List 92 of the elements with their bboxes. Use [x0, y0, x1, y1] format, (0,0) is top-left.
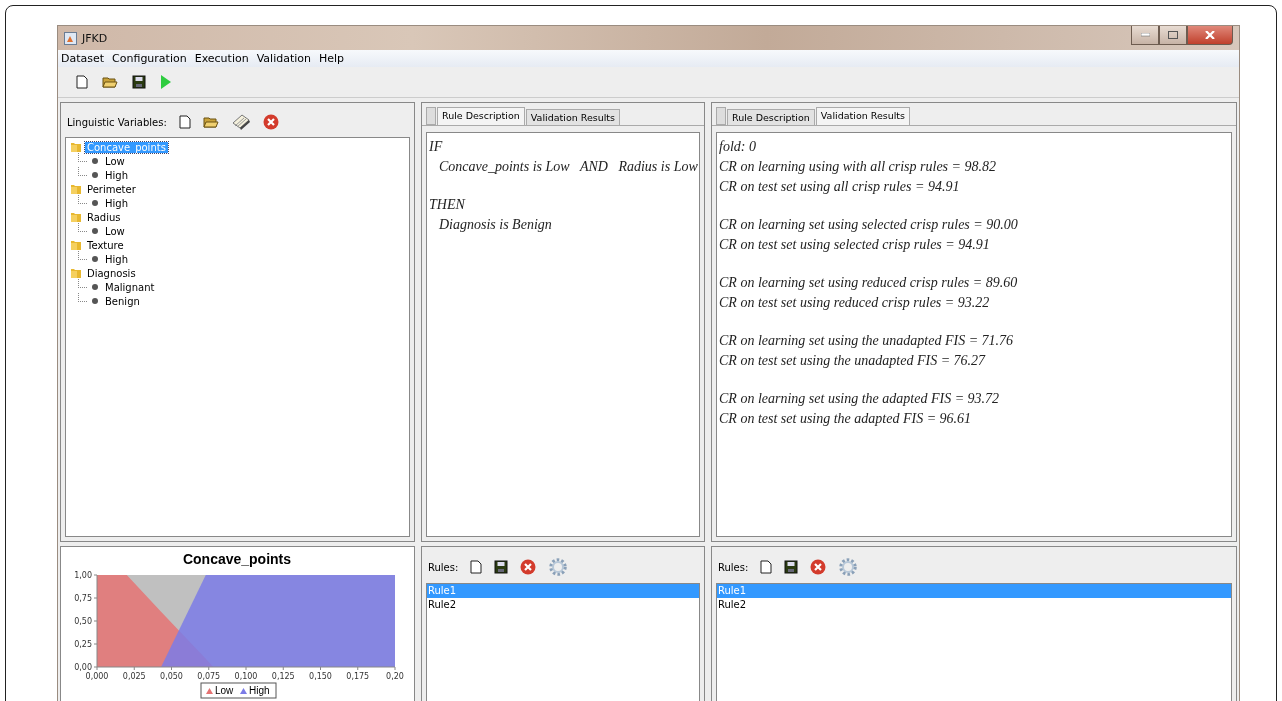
legend-label: Low	[215, 685, 234, 696]
bullet-icon	[92, 172, 98, 178]
delete-icon[interactable]	[262, 114, 279, 130]
tree-item[interactable]: Benign	[103, 295, 142, 307]
legend-marker-icon	[240, 688, 247, 694]
folder-icon	[70, 141, 82, 153]
tree-item[interactable]: High	[103, 197, 130, 209]
y-tick-label: 0,25	[74, 640, 92, 649]
new-file-icon[interactable]	[470, 560, 483, 574]
tree-item[interactable]: High	[103, 253, 130, 265]
legend-label: High	[249, 685, 270, 696]
tree-item[interactable]: Diagnosis	[85, 267, 138, 279]
result-line: CR on test set using reduced crisp rules = 93.22	[719, 294, 991, 312]
tree-item[interactable]: Malignant	[103, 281, 157, 293]
bullet-icon	[92, 158, 98, 164]
tree-item[interactable]: Perimeter	[85, 183, 138, 195]
rules-label: Rules:	[428, 561, 459, 573]
tab[interactable]: Rule Description	[727, 109, 815, 125]
result-line: CR on test set using all crisp rules = 94.91	[719, 178, 961, 196]
open-folder-icon[interactable]	[102, 75, 118, 89]
list-item[interactable]: Rule2	[717, 598, 1231, 612]
variables-label: Linguistic Variables:	[67, 116, 167, 128]
x-tick-label: 0,150	[309, 672, 332, 681]
folder-icon	[70, 183, 82, 195]
tab[interactable]: Rule Description	[437, 107, 525, 125]
menu-item[interactable]: Help	[318, 52, 346, 65]
maximize-icon	[1168, 31, 1178, 39]
app-icon	[64, 31, 77, 45]
chart-title: Concave_points	[182, 551, 292, 567]
rule-conclusion: Diagnosis is Benign	[438, 216, 553, 234]
close-button[interactable]	[1187, 26, 1233, 45]
rule-condition: Concave_points is Low AND Radius is Low	[438, 158, 697, 176]
rule-keyword: THEN	[429, 196, 467, 214]
save-icon[interactable]	[132, 75, 146, 89]
y-tick-label: 0,50	[74, 617, 92, 626]
menu-item[interactable]: Configuration	[111, 52, 188, 65]
new-file-icon[interactable]	[178, 115, 191, 129]
bullet-icon	[92, 284, 98, 290]
save-icon[interactable]	[494, 560, 509, 574]
result-line: CR on learning set using selected crisp rules = 90.00	[719, 216, 1019, 234]
close-icon	[1205, 31, 1215, 39]
result-line: CR on learning set using the unadapted FIS = 71.76	[719, 332, 1015, 350]
x-tick-label: 0,075	[197, 672, 221, 681]
menu-item[interactable]: Validation	[255, 52, 312, 65]
tree-item[interactable]: Low	[103, 155, 127, 167]
bullet-icon	[92, 298, 98, 304]
result-line: CR on learning using with all crisp rules = 98.82	[719, 158, 997, 176]
delete-icon[interactable]	[520, 559, 537, 575]
open-folder-icon[interactable]	[202, 115, 219, 129]
rule-keyword: IF	[429, 138, 444, 156]
x-tick-label: 0,125	[271, 672, 295, 681]
x-tick-label: 0,050	[160, 672, 183, 681]
minimize-icon	[1140, 33, 1150, 37]
maximize-button[interactable]	[1159, 26, 1187, 45]
bullet-icon	[92, 228, 98, 234]
result-line: CR on learning set using reduced crisp rules = 89.60	[719, 274, 1019, 292]
new-file-icon[interactable]	[76, 75, 88, 89]
window-title: JFKD	[82, 31, 108, 45]
x-tick-label: 0,20	[386, 672, 404, 681]
tab[interactable]: Validation Results	[815, 107, 911, 125]
result-line: CR on test set using the adapted FIS = 96.61	[719, 410, 973, 428]
list-item[interactable]: Rule2	[427, 598, 699, 612]
y-tick-label: 0,75	[74, 594, 92, 603]
menu-item[interactable]: Execution	[193, 52, 250, 65]
folder-icon	[70, 211, 82, 223]
x-tick-label: 0,000	[85, 672, 109, 681]
delete-icon[interactable]	[810, 559, 827, 575]
minimize-button[interactable]	[1131, 26, 1159, 45]
rules-label: Rules:	[718, 561, 749, 573]
new-file-icon[interactable]	[760, 560, 773, 574]
tree-item[interactable]: Radius	[85, 211, 123, 223]
result-line: CR on test set using selected crisp rules = 94.91	[719, 236, 991, 254]
legend-marker-icon	[206, 688, 213, 694]
notepad-icon[interactable]	[230, 113, 251, 131]
x-tick-label: 0,175	[346, 672, 370, 681]
result-line: fold: 0	[719, 138, 757, 156]
result-line: CR on test set using the unadapted FIS = 76.27	[719, 352, 987, 370]
tree-item[interactable]: Low	[103, 225, 127, 237]
tree-item[interactable]: High	[103, 169, 130, 181]
menu-item[interactable]: Dataset	[60, 52, 106, 65]
save-icon[interactable]	[784, 560, 799, 574]
y-tick-label: 0,00	[74, 663, 92, 672]
tab[interactable]: Validation Results	[525, 109, 621, 125]
x-tick-label: 0,025	[122, 672, 146, 681]
x-tick-label: 0,100	[234, 672, 258, 681]
bullet-icon	[92, 200, 98, 206]
folder-icon	[70, 239, 82, 251]
bullet-icon	[92, 256, 98, 262]
folder-icon	[70, 267, 82, 279]
y-tick-label: 1,00	[74, 571, 92, 580]
tree-item[interactable]: Texture	[85, 239, 126, 251]
result-line: CR on learning set using the adapted FIS = 93.72	[719, 390, 1001, 408]
